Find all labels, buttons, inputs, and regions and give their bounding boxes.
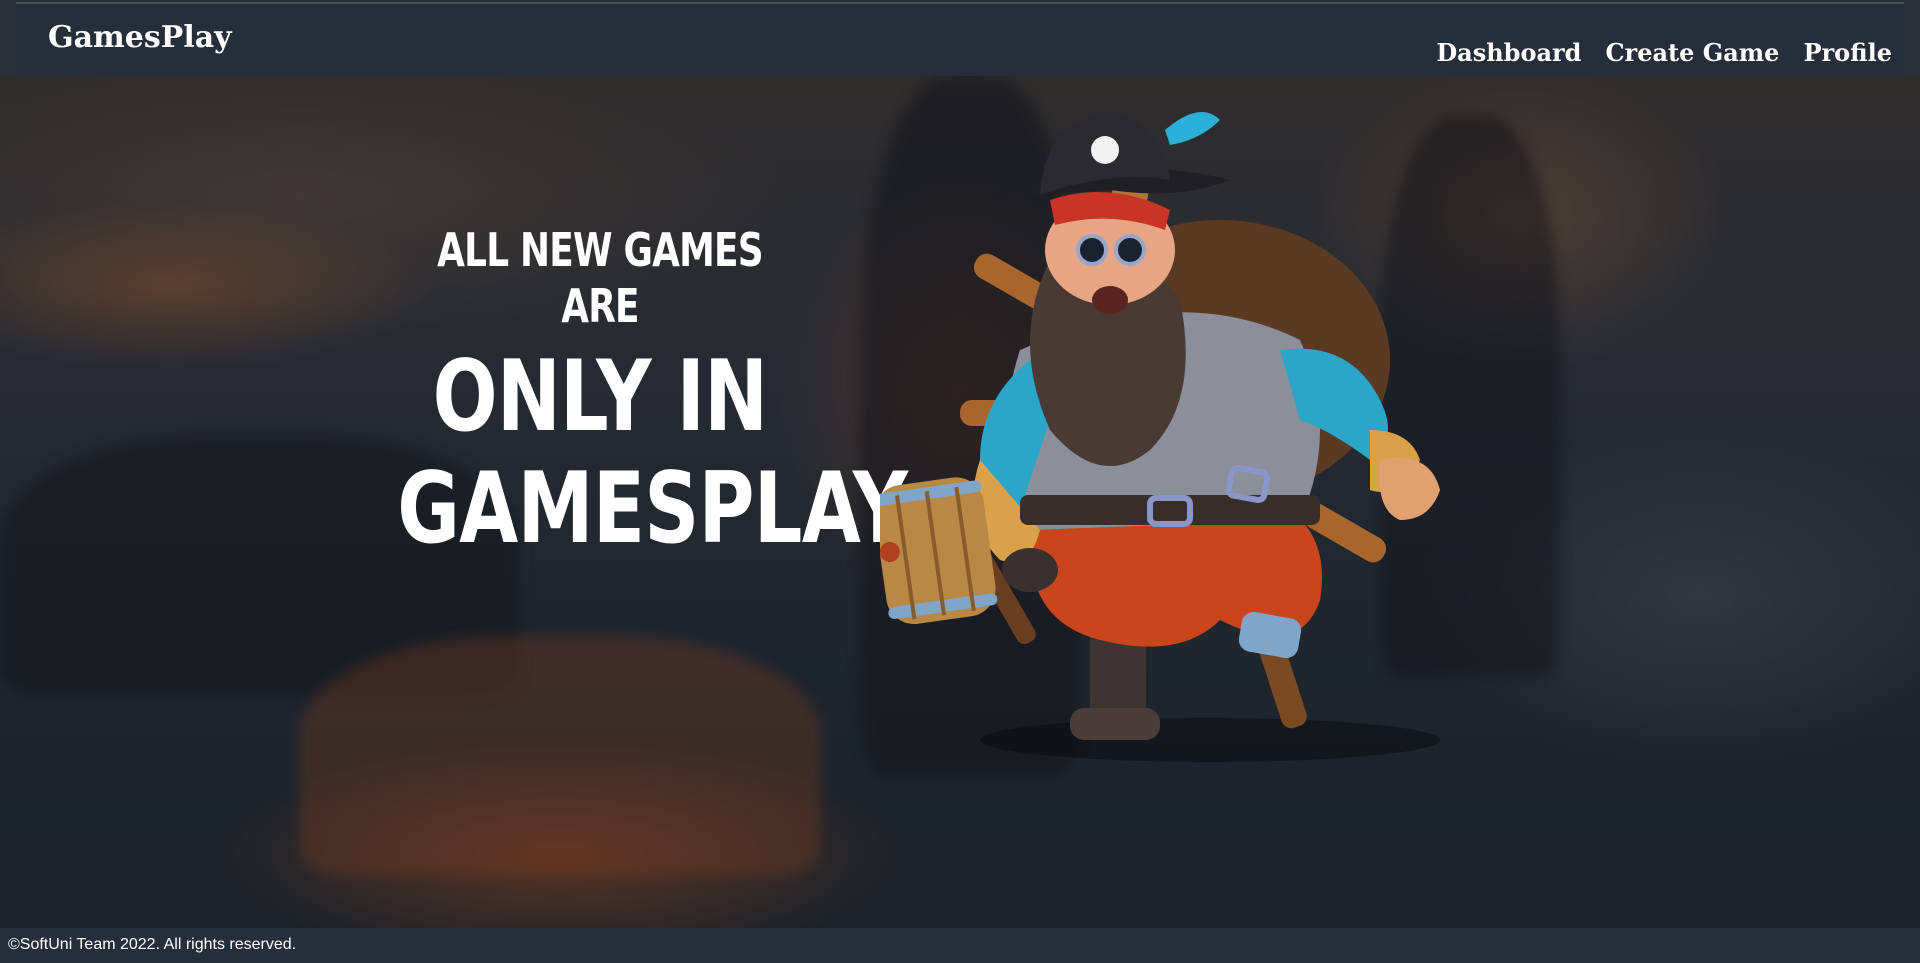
nav-dashboard-link[interactable]: Dashboard <box>1436 38 1581 67</box>
hero-line-1: ALL NEW GAMES ARE <box>437 223 764 333</box>
rock-shape <box>300 636 820 876</box>
hero-headline: ALL NEW GAMES ARE ONLY IN GAMESPLAY <box>397 222 908 566</box>
hero-line-2: ONLY IN <box>432 340 768 454</box>
pirate-character-image <box>880 110 1440 762</box>
home-page: GamesPlay Dashboard Create Game Profile … <box>0 0 1920 963</box>
site-logo[interactable]: GamesPlay <box>48 20 232 55</box>
nav-create-game-link[interactable]: Create Game <box>1605 38 1779 67</box>
site-header: GamesPlay Dashboard Create Game Profile <box>16 2 1904 76</box>
main-nav: Dashboard Create Game Profile <box>1436 38 1892 67</box>
nav-profile-link[interactable]: Profile <box>1803 38 1892 67</box>
copyright-text: ©SoftUni Team 2022. All rights reserved. <box>8 936 297 953</box>
hero-line-3: GAMESPLAY <box>397 452 908 566</box>
site-footer: ©SoftUni Team 2022. All rights reserved. <box>0 928 1920 963</box>
